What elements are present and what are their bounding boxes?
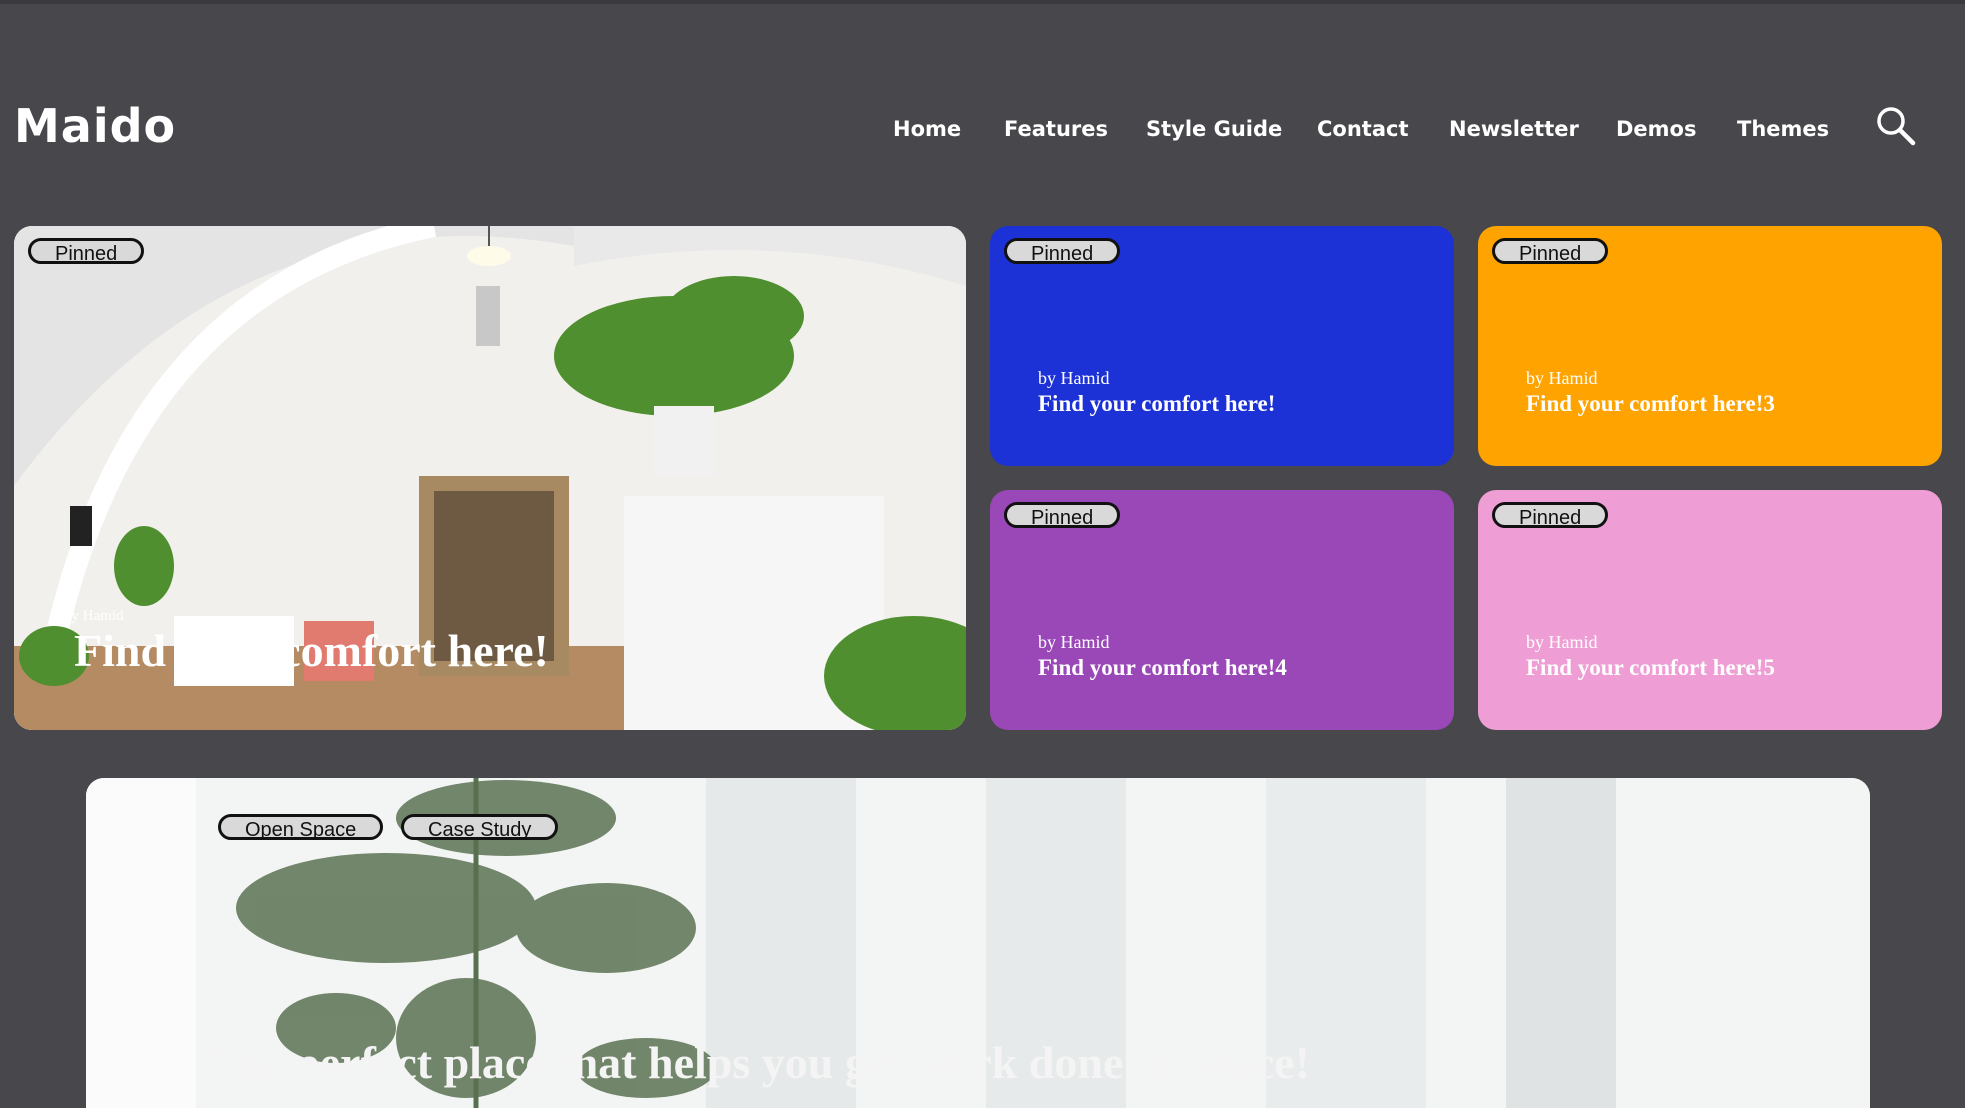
post-card[interactable]: Pinned by Hamid Find your comfort here! xyxy=(990,226,1454,466)
search-button[interactable] xyxy=(1874,104,1918,148)
pinned-badge[interactable]: Pinned xyxy=(1492,502,1609,529)
post-author: by Hamid xyxy=(64,608,124,624)
nav-item-contact[interactable]: Contact xyxy=(1317,112,1409,146)
post-card[interactable]: Pinned by Hamid Find your comfort here!4 xyxy=(990,490,1454,730)
search-icon xyxy=(1877,107,1916,146)
hero-post-card[interactable]: Open Space Case Study The perfect place … xyxy=(86,778,1870,1108)
hero-title[interactable]: The perfect place that helps you get wor… xyxy=(206,1036,1310,1089)
tag-case-study[interactable]: Case Study xyxy=(401,814,559,841)
pinned-badge[interactable]: Pinned xyxy=(1004,502,1121,529)
tag-open-space[interactable]: Open Space xyxy=(218,814,384,841)
main-nav: Home Features Style Guide Contact Newsle… xyxy=(0,112,1965,146)
nav-item-themes[interactable]: Themes xyxy=(1737,112,1829,146)
post-title[interactable]: Find your comfort here! xyxy=(1038,391,1275,417)
post-author: by Hamid xyxy=(1038,632,1110,652)
pinned-badge[interactable]: Pinned xyxy=(28,238,145,265)
post-author: by Hamid xyxy=(1038,368,1110,388)
post-title[interactable]: Find your comfort here!3 xyxy=(1526,391,1775,417)
nav-item-features[interactable]: Features xyxy=(1004,112,1108,146)
nav-item-home[interactable]: Home xyxy=(893,112,961,146)
featured-post-card[interactable]: Pinned by Hamid Find your comfort here! xyxy=(14,226,966,730)
nav-item-newsletter[interactable]: Newsletter xyxy=(1449,112,1579,146)
post-author: by Hamid xyxy=(1526,632,1598,652)
pinned-badge[interactable]: Pinned xyxy=(1004,238,1121,265)
post-title[interactable]: Find your comfort here!4 xyxy=(1038,655,1287,681)
post-author: by Hamid xyxy=(1526,368,1598,388)
nav-item-demos[interactable]: Demos xyxy=(1616,112,1696,146)
nav-item-style-guide[interactable]: Style Guide xyxy=(1146,112,1282,146)
post-title[interactable]: Find your comfort here!5 xyxy=(1526,655,1775,681)
pinned-badge[interactable]: Pinned xyxy=(1492,238,1609,265)
post-card[interactable]: Pinned by Hamid Find your comfort here!5 xyxy=(1478,490,1942,730)
post-card[interactable]: Pinned by Hamid Find your comfort here!3 xyxy=(1478,226,1942,466)
post-title[interactable]: Find your comfort here! xyxy=(74,624,549,677)
top-border xyxy=(0,0,1965,4)
